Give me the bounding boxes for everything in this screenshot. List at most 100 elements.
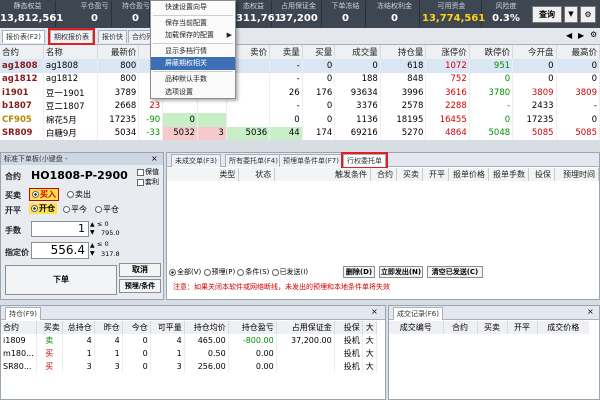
col-bid-vol[interactable]: 买量: [302, 45, 336, 59]
config-icon[interactable]: ⚙: [580, 6, 596, 23]
quote-row[interactable]: SR809 白糖9月 5034 -33 5032 3 5036 44 174 6…: [0, 126, 600, 140]
close-today-radio[interactable]: 平今: [63, 204, 87, 215]
quote-table-header: 合约 名称 最新价 涨 卖价 卖量 买量 成交量 持仓量 涨停价 跌停价 今开盘…: [0, 45, 600, 59]
tab-positions[interactable]: 持仓(F9): [5, 307, 41, 320]
col-open[interactable]: 今开盘: [512, 45, 557, 59]
filter-preorder-radio[interactable]: 预埋(P): [203, 268, 235, 276]
col-limit-down[interactable]: 跌停价: [469, 45, 514, 59]
menu-item-multi-level-quote[interactable]: 显示多档行情: [151, 45, 235, 58]
settings-dropdown-menu: 快速设置向导 保存当前配置 加载保存的配置 ▶ 显示多档行情 屏蔽期权相关 品种默…: [150, 0, 236, 100]
qty-input[interactable]: 1: [31, 221, 89, 237]
openclose-label: 开平: [5, 206, 21, 215]
radio-icon: [271, 268, 279, 276]
hedge-checkbox[interactable]: 保值: [137, 167, 159, 177]
tab-deals[interactable]: 成交记录(F6): [393, 307, 443, 320]
tab-preorders[interactable]: 预埋单条件单(F7): [279, 154, 343, 167]
tab-unfilled-orders[interactable]: 未成交单(F3): [171, 154, 221, 167]
menu-item-hide-options[interactable]: 屏蔽期权相关: [151, 57, 235, 70]
qty-hint-min: ≤ 0: [97, 220, 109, 228]
contract-label: 合约: [5, 172, 21, 181]
col-name[interactable]: 名称: [43, 45, 99, 59]
price-input[interactable]: 556.4: [31, 242, 89, 259]
col-ask-vol[interactable]: 卖量: [269, 45, 303, 59]
menu-divider: [153, 70, 233, 72]
tab-option-quote-table[interactable]: 期权报价表: [48, 28, 95, 45]
menu-item-options-settings[interactable]: 选项设置: [151, 86, 235, 99]
quote-row[interactable]: b1807 豆二1807 2668 23 - 0 3376 2578 2288 …: [0, 99, 600, 113]
tab-quote-fast[interactable]: 报价快: [98, 30, 127, 43]
tab-scroll-right-icon[interactable]: ▶: [578, 31, 584, 40]
qty-label: 手数: [5, 226, 21, 235]
quote-row[interactable]: ag1808 ag1808 800 - 0 0 618 1072 951 0 0: [0, 59, 600, 73]
delete-button[interactable]: 删除(D): [343, 266, 375, 278]
position-row[interactable]: SR80... 买 3 3 0 3 256.00 0.00 投机 大: [1, 360, 377, 373]
arbitrage-checkbox[interactable]: 套利: [137, 177, 159, 187]
col-open-interest[interactable]: 持仓量: [380, 45, 427, 59]
stat-static-equity: 静态权益 13,812,561: [0, 1, 63, 27]
arb-check-icon: [137, 178, 144, 186]
place-order-button[interactable]: 下单: [5, 265, 117, 295]
menu-item-default-lots[interactable]: 品种默认手数: [151, 73, 235, 86]
close-radio[interactable]: 平仓: [95, 204, 119, 215]
position-row[interactable]: i1809 卖 4 4 0 4 465.00 -800.00 37,200.00…: [1, 334, 377, 347]
quote-tabs: 报价表(F2) 期权报价表 报价快 合约列 ◀ ▶ ⚙: [0, 28, 600, 45]
clear-sent-button[interactable]: 清空已发送(C): [427, 266, 483, 278]
cancel-button[interactable]: 取消: [119, 263, 161, 277]
buy-radio[interactable]: 买入: [29, 188, 59, 201]
quote-row[interactable]: i1901 豆一1901 3789 3789 26 176 93634 3996…: [0, 86, 600, 100]
stat-risk: 风险度 0.3%: [492, 2, 520, 24]
positions-table: 合约 买卖 总持仓 昨仓 今仓 可平量 持仓均价 持仓盈亏 占用保证金 投保 大…: [1, 321, 377, 373]
preorder-condition-button[interactable]: 预埋/条件: [119, 279, 161, 293]
menu-divider: [153, 42, 233, 44]
price-hint-max: 317.8: [101, 250, 120, 258]
hedge-check-icon: [137, 168, 144, 176]
price-label: 指定价: [5, 248, 29, 257]
order-panel-title: 标准下单板(小键盘 -: [1, 153, 163, 165]
radio-icon: [95, 206, 102, 213]
position-row[interactable]: m180... 买 1 1 0 1 0.50 0.00 投机 大: [1, 347, 377, 360]
menu-item-save-config[interactable]: 保存当前配置: [151, 17, 235, 30]
contract-value[interactable]: HO1808-P-2900: [31, 169, 128, 182]
col-limit-up[interactable]: 涨停价: [425, 45, 470, 59]
settings-icon[interactable]: ⚙: [590, 30, 597, 39]
order-tabs: 未成交单(F3) 所有委托单(F4) 预埋单条件单(F7) 行权委托单: [167, 152, 599, 169]
tab-quote-table[interactable]: 报价表(F2): [2, 30, 45, 43]
tab-all-orders[interactable]: 所有委托单(F4): [225, 154, 282, 167]
radio-icon: [31, 205, 38, 212]
filter-sent-radio[interactable]: 已发送(I): [271, 268, 308, 276]
filter-all-radio[interactable]: 全部(V): [169, 268, 201, 276]
radio-icon: [203, 268, 211, 276]
submenu-arrow-icon: ▶: [226, 31, 232, 40]
stat-frozen-premium: 冻结权利金 0: [370, 1, 420, 27]
menu-divider: [153, 14, 233, 16]
positions-panel: 持仓(F9) × 合约 买卖 总持仓 昨仓 今仓 可平量 持仓均价 持仓盈亏 占…: [0, 305, 386, 400]
quote-row[interactable]: ag1812 ag1812 800 - 0 188 848 752 0 0 0: [0, 72, 600, 86]
quote-row[interactable]: CF905 棉花5月 17235 -90 0 0 0 1136 18195 16…: [0, 113, 600, 127]
open-radio[interactable]: 开仓: [29, 203, 57, 214]
query-button[interactable]: 查询: [532, 6, 562, 23]
deals-tabs: 成交记录(F6) ×: [389, 306, 599, 320]
stat-position-pnl: 持仓盈亏 0: [122, 1, 150, 27]
stat-order-frozen: 下单冻结 0: [326, 1, 366, 27]
col-contract[interactable]: 合约: [0, 45, 44, 59]
qty-stepper[interactable]: ▲ ▼: [90, 221, 95, 237]
menu-item-quick-setup[interactable]: 快速设置向导: [151, 1, 235, 14]
menu-item-load-config[interactable]: 加载保存的配置 ▶: [151, 29, 235, 42]
tab-scroll-left-icon[interactable]: ◀: [566, 31, 572, 40]
send-now-button[interactable]: 立即发出(N): [379, 266, 423, 278]
col-last[interactable]: 最新价: [97, 45, 140, 59]
positions-tabs: 持仓(F9) ×: [1, 306, 385, 320]
col-volume[interactable]: 成交量: [334, 45, 381, 59]
order-lists-panel: 未成交单(F3) 所有委托单(F4) 预埋单条件单(F7) 行权委托单 类型 状…: [166, 152, 600, 300]
deals-table-header: 成交编号 合约 买卖 开平 成交价格: [389, 321, 589, 334]
query-dropdown-button[interactable]: ▼: [564, 6, 578, 23]
preorder-filter-row: 全部(V) 预埋(P) 条件(S) 已发送(I): [169, 267, 308, 277]
sell-radio[interactable]: 卖出: [67, 189, 91, 200]
price-stepper[interactable]: ▲ ▼: [90, 242, 95, 258]
col-high[interactable]: 最高价: [556, 45, 600, 59]
tab-exercise-orders[interactable]: 行权委托单: [341, 152, 388, 169]
deals-close-icon[interactable]: ×: [587, 307, 594, 316]
positions-close-icon[interactable]: ×: [371, 307, 378, 316]
order-panel-close-icon[interactable]: ×: [151, 154, 158, 163]
filter-condition-radio[interactable]: 条件(S): [237, 268, 269, 276]
